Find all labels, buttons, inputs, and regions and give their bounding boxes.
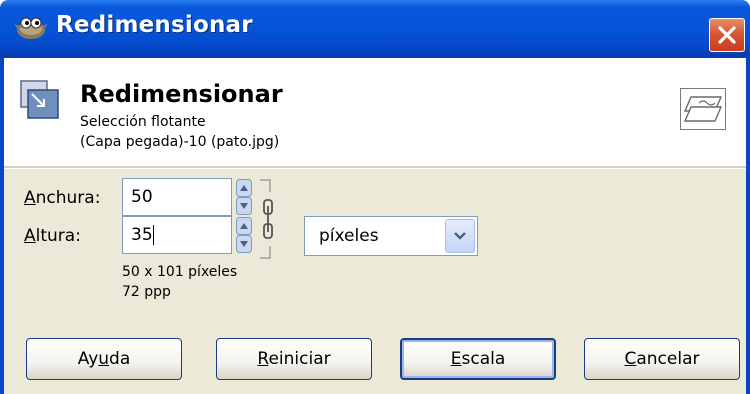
width-label: Anchura: <box>24 188 101 208</box>
height-input[interactable]: 35 <box>122 216 232 254</box>
reset-button[interactable]: Reiniciar <box>216 338 372 380</box>
text-cursor <box>152 225 154 245</box>
resize-dialog: Redimensionar Redimensionar Selección fl… <box>0 0 750 394</box>
dialog-header: Redimensionar Selección flotante (Capa p… <box>4 58 746 166</box>
height-label: Altura: <box>24 226 81 246</box>
header-separator <box>4 166 746 169</box>
layer-name: (Capa pegada)-10 (pato.jpg) <box>80 134 280 150</box>
unit-dropdown-button[interactable] <box>445 219 475 253</box>
window-frame-right <box>746 58 750 394</box>
help-button[interactable]: Ayuda <box>26 338 182 380</box>
gimp-wilber-icon <box>14 17 48 39</box>
dialog-body: Redimensionar Selección flotante (Capa p… <box>4 58 746 394</box>
size-info: 50 x 101 píxeles <box>122 264 238 280</box>
close-button[interactable] <box>709 18 745 52</box>
unit-selected: píxeles <box>319 226 379 246</box>
dialog-heading: Redimensionar <box>80 80 283 108</box>
width-input[interactable]: 50 <box>122 178 232 216</box>
layer-preview <box>680 88 726 130</box>
scale-layer-icon <box>20 80 59 119</box>
chain-link-icon[interactable] <box>258 178 278 260</box>
resolution-info: 72 ppp <box>122 284 171 300</box>
height-spinner[interactable] <box>236 217 252 253</box>
height-value: 35 <box>131 225 153 245</box>
window-title: Redimensionar <box>56 12 253 38</box>
cancel-button[interactable]: Cancelar <box>584 338 740 380</box>
close-icon <box>718 26 736 44</box>
title-bar[interactable]: Redimensionar <box>0 0 750 58</box>
chevron-down-icon <box>454 232 466 240</box>
scale-button[interactable]: Escala <box>400 338 556 380</box>
layer-preview-icon <box>683 96 723 122</box>
width-spinner[interactable] <box>236 179 252 215</box>
dialog-subtitle: Selección flotante <box>80 114 206 130</box>
unit-select[interactable]: píxeles <box>304 216 478 256</box>
